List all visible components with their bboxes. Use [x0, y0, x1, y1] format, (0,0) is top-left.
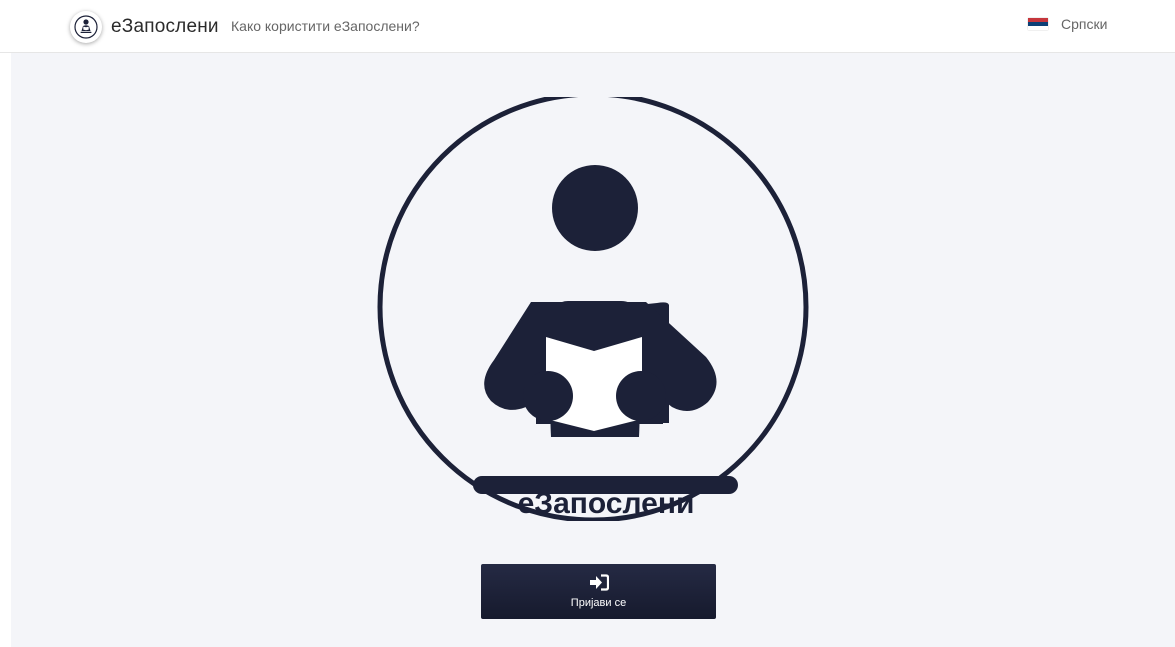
emblem: еЗапослени	[377, 97, 809, 521]
person-reading-icon	[473, 165, 738, 494]
login-button-label: Пријави се	[570, 597, 627, 609]
main-content: еЗапослени Пријави се	[11, 53, 1175, 647]
brand-name: еЗапослени	[111, 16, 219, 37]
login-button[interactable]: Пријави се	[481, 564, 716, 619]
serbia-flag-icon	[1028, 18, 1048, 30]
top-navbar: еЗапослени Како користити еЗапослени? Ср…	[0, 0, 1175, 53]
sign-in-icon	[589, 574, 609, 594]
brand-link[interactable]: еЗапослени	[70, 10, 219, 44]
language-selector[interactable]: Српски	[1028, 16, 1107, 32]
emblem-caption: еЗапослени	[518, 487, 695, 520]
language-label: Српски	[1061, 16, 1108, 32]
brand-logo-icon	[70, 11, 102, 43]
help-link[interactable]: Како користити еЗапослени?	[231, 18, 420, 34]
